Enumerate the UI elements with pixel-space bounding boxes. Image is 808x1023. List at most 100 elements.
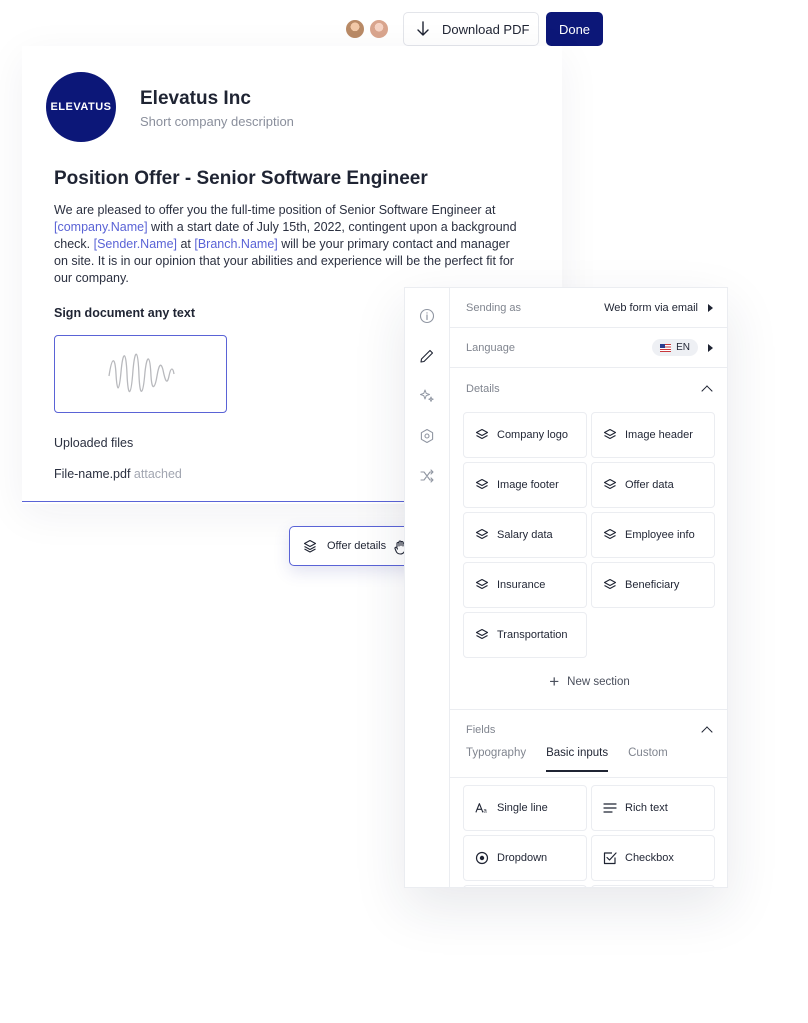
tile-label: Image footer (497, 479, 559, 491)
tile-insurance[interactable]: Insurance (463, 562, 587, 608)
tile-label: Dropdown (497, 852, 548, 864)
file-name: File-name.pdf (54, 467, 131, 481)
company-name: Elevatus Inc (140, 88, 251, 109)
tile-label: Offer data (625, 479, 674, 491)
uploaded-files-label: Uploaded files (54, 436, 134, 450)
sender-name-token[interactable]: [Sender.Name] (94, 237, 177, 251)
tile-label: Transportation (497, 629, 568, 641)
uploaded-file[interactable]: File-name.pdf attached (54, 467, 182, 481)
tile-label: Beneficiary (625, 579, 680, 591)
sending-as-row[interactable]: Sending as Web form via email (450, 288, 727, 328)
download-pdf-button[interactable]: Download PDF (403, 12, 539, 46)
tile-checkbox[interactable]: Checkbox (591, 835, 715, 881)
shuffle-icon[interactable] (419, 468, 435, 484)
us-flag-icon (660, 343, 672, 352)
tab-typography[interactable]: Typography (466, 747, 526, 771)
tabs-divider (450, 777, 727, 778)
tile-label: Company logo (497, 429, 568, 441)
editor-side-panel: Sending as Web form via email Language E… (404, 287, 728, 888)
tile-dropdown[interactable]: Dropdown (463, 835, 587, 881)
document-body: We are pleased to offer you the full-tim… (54, 202, 524, 287)
signature-field[interactable] (54, 335, 227, 413)
language-label: Language (466, 341, 515, 354)
sparkle-icon[interactable] (419, 388, 435, 404)
company-description: Short company description (140, 114, 294, 129)
radio-circle-icon (475, 851, 489, 865)
pencil-icon[interactable] (419, 348, 435, 364)
download-pdf-label: Download PDF (442, 21, 530, 37)
tile-partial[interactable] (463, 885, 587, 887)
tile-label: Image header (625, 429, 693, 441)
divider (450, 709, 727, 710)
sending-as-label: Sending as (466, 301, 522, 314)
tile-label: Checkbox (625, 852, 674, 864)
new-section-button[interactable]: + New section (450, 672, 727, 692)
language-pill[interactable]: EN (652, 339, 698, 356)
sign-field-label: Sign document any text (54, 306, 195, 320)
done-button[interactable]: Done (546, 12, 603, 46)
download-icon (417, 21, 429, 36)
tile-label: Insurance (497, 579, 546, 591)
layers-icon (475, 578, 489, 590)
paragraph-lines-icon (603, 803, 617, 813)
layers-icon (475, 428, 489, 440)
collaborator-avatar[interactable] (344, 18, 366, 40)
body-text: We are pleased to offer you the full-tim… (54, 203, 496, 217)
info-icon[interactable] (419, 308, 435, 324)
drop-indicator-line (22, 501, 406, 502)
tile-beneficiary[interactable]: Beneficiary (591, 562, 715, 608)
logo-text: ELEVATUS (50, 101, 112, 113)
layers-icon (475, 628, 489, 640)
tile-image-footer[interactable]: Image footer (463, 462, 587, 508)
tile-rich-text[interactable]: Rich text (591, 785, 715, 831)
tile-label: Single line (497, 802, 548, 814)
branch-name-token[interactable]: [Branch.Name] (194, 237, 277, 251)
sending-as-value: Web form via email (604, 301, 698, 314)
layers-icon (603, 528, 617, 540)
company-logo: ELEVATUS (46, 72, 116, 142)
tile-label: Salary data (497, 529, 553, 541)
details-label: Details (466, 383, 500, 395)
panel-icon-rail (405, 288, 450, 887)
tab-custom[interactable]: Custom (628, 747, 668, 771)
settings-hexagon-icon[interactable] (419, 428, 435, 444)
layers-icon (475, 478, 489, 490)
tile-partial[interactable] (591, 885, 715, 887)
layers-icon (603, 478, 617, 490)
collaborator-avatar[interactable] (368, 18, 390, 40)
layers-icon (603, 428, 617, 440)
details-section-header[interactable]: Details (450, 374, 727, 404)
company-name-token[interactable]: [company.Name] (54, 220, 148, 234)
language-row[interactable]: Language EN (450, 328, 727, 368)
tab-basic-inputs[interactable]: Basic inputs (546, 747, 609, 772)
plus-icon: + (549, 672, 560, 691)
fields-tabs: Typography Basic inputs Custom (466, 747, 668, 772)
caret-right-icon (708, 343, 713, 352)
layers-icon (475, 528, 489, 540)
tile-salary-data[interactable]: Salary data (463, 512, 587, 558)
fields-section-header[interactable]: Fields (450, 715, 727, 745)
chevron-up-icon (701, 726, 713, 738)
text-style-icon: a (475, 803, 487, 814)
body-text: at (177, 237, 195, 251)
new-section-label: New section (567, 676, 630, 688)
file-status: attached (133, 467, 182, 481)
tile-transportation[interactable]: Transportation (463, 612, 587, 658)
document-title: Position Offer - Senior Software Enginee… (54, 168, 428, 189)
caret-right-icon (708, 303, 713, 312)
layers-icon (603, 578, 617, 590)
layers-icon (303, 539, 317, 553)
tile-image-header[interactable]: Image header (591, 412, 715, 458)
chevron-up-icon (701, 385, 713, 397)
language-value: EN (676, 342, 690, 353)
checkbox-icon (603, 852, 617, 865)
fields-label: Fields (466, 724, 496, 736)
tile-label: Employee info (625, 529, 695, 541)
tile-company-logo[interactable]: Company logo (463, 412, 587, 458)
tile-single-line[interactable]: a Single line (463, 785, 587, 831)
offer-details-label: Offer details (327, 540, 387, 552)
tile-label: Rich text (625, 802, 668, 814)
signature-scribble (108, 353, 175, 393)
tile-offer-data[interactable]: Offer data (591, 462, 715, 508)
tile-employee-info[interactable]: Employee info (591, 512, 715, 558)
